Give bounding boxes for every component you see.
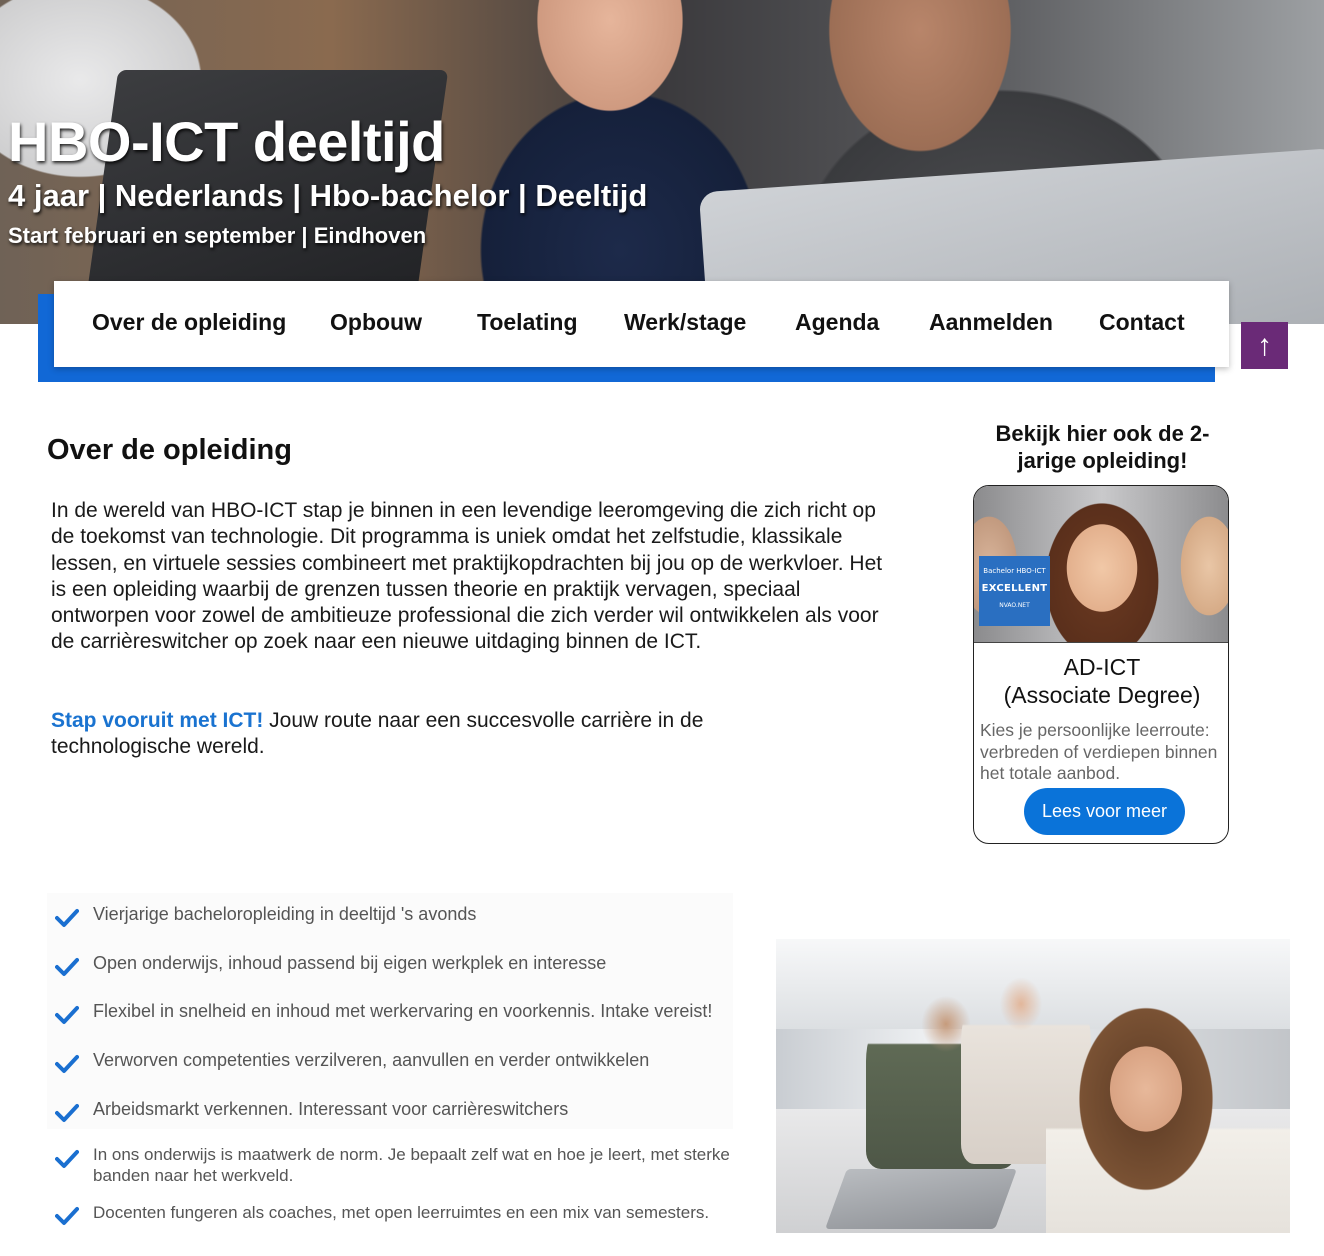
classroom-photo bbox=[776, 939, 1290, 1233]
card-photo: Bachelor HBO-ICT EXCELLENT NVAO.NET bbox=[974, 486, 1228, 643]
check-icon bbox=[55, 1150, 79, 1168]
card-title-line-2: (Associate Degree) bbox=[1003, 682, 1201, 708]
nav-item-over-de-opleiding[interactable]: Over de opleiding bbox=[92, 309, 286, 336]
check-icon bbox=[55, 958, 79, 976]
check-icon bbox=[55, 1055, 79, 1073]
sidebar-heading: Bekijk hier ook de 2-jarige opleiding! bbox=[995, 421, 1210, 473]
list-item-text: Open onderwijs, inhoud passend bij eigen… bbox=[93, 953, 607, 973]
nav-item-contact[interactable]: Contact bbox=[1099, 309, 1185, 336]
photo-person-3 bbox=[1046, 969, 1290, 1233]
nav-item-agenda[interactable]: Agenda bbox=[795, 309, 879, 336]
intro-paragraph: In de wereld van HBO-ICT stap je binnen … bbox=[51, 499, 883, 654]
nav-item-toelating[interactable]: Toelating bbox=[477, 309, 578, 336]
check-icon bbox=[55, 1104, 79, 1122]
hero-banner: HBO-ICT deeltijd 4 jaar | Nederlands | H… bbox=[0, 0, 1324, 324]
check-icon bbox=[55, 1207, 79, 1225]
badge-line-3: NVAO.NET bbox=[999, 602, 1030, 609]
hero-subtitle: 4 jaar | Nederlands | Hbo-bachelor | Dee… bbox=[8, 178, 648, 213]
nav-item-opbouw[interactable]: Opbouw bbox=[330, 309, 422, 336]
excellent-badge: Bachelor HBO-ICT EXCELLENT NVAO.NET bbox=[979, 556, 1050, 626]
card-description: Kies je persoonlijke leerroute: verbrede… bbox=[980, 720, 1218, 783]
section-title: Over de opleiding bbox=[47, 434, 292, 466]
arrow-up-icon: ↑ bbox=[1257, 329, 1272, 362]
list-item-text: In ons onderwijs is maatwerk de norm. Je… bbox=[93, 1145, 730, 1185]
list-item-text: Docenten fungeren als coaches, met open … bbox=[93, 1203, 710, 1222]
hero-text: HBO-ICT deeltijd 4 jaar | Nederlands | H… bbox=[8, 110, 647, 252]
list-item-text: Flexibel in snelheid en inhoud met werke… bbox=[93, 1001, 713, 1021]
hero-start-info: Start februari en september | Eindhoven bbox=[8, 223, 427, 248]
badge-line-1: Bachelor HBO-ICT bbox=[983, 567, 1046, 575]
nav-item-aanmelden[interactable]: Aanmelden bbox=[929, 309, 1053, 336]
ad-ict-card: Bachelor HBO-ICT EXCELLENT NVAO.NET AD-I… bbox=[973, 485, 1229, 844]
read-more-button[interactable]: Lees voor meer bbox=[1024, 788, 1185, 835]
cta-link[interactable]: Stap vooruit met ICT! bbox=[51, 709, 263, 732]
check-icon bbox=[55, 1006, 79, 1024]
badge-line-2: EXCELLENT bbox=[981, 583, 1048, 594]
list-item-text: Vierjarige bacheloropleiding in deeltijd… bbox=[93, 904, 477, 924]
list-item-text: Verworven competenties verzilveren, aanv… bbox=[93, 1050, 650, 1070]
main-nav: Over de opleiding Opbouw Toelating Werk/… bbox=[54, 281, 1229, 367]
check-icon bbox=[55, 909, 79, 927]
list-item-text: Arbeidsmarkt verkennen. Interessant voor… bbox=[93, 1099, 569, 1119]
card-title: AD-ICT (Associate Degree) bbox=[974, 653, 1228, 709]
back-to-top-button[interactable]: ↑ bbox=[1241, 322, 1288, 369]
card-title-line-1: AD-ICT bbox=[1063, 654, 1141, 680]
photo-laptop bbox=[825, 1169, 1017, 1229]
page-title: HBO-ICT deeltijd bbox=[8, 110, 445, 173]
cta-paragraph: Stap vooruit met ICT! Jouw route naar ee… bbox=[51, 708, 771, 761]
nav-item-werk-stage[interactable]: Werk/stage bbox=[624, 309, 746, 336]
